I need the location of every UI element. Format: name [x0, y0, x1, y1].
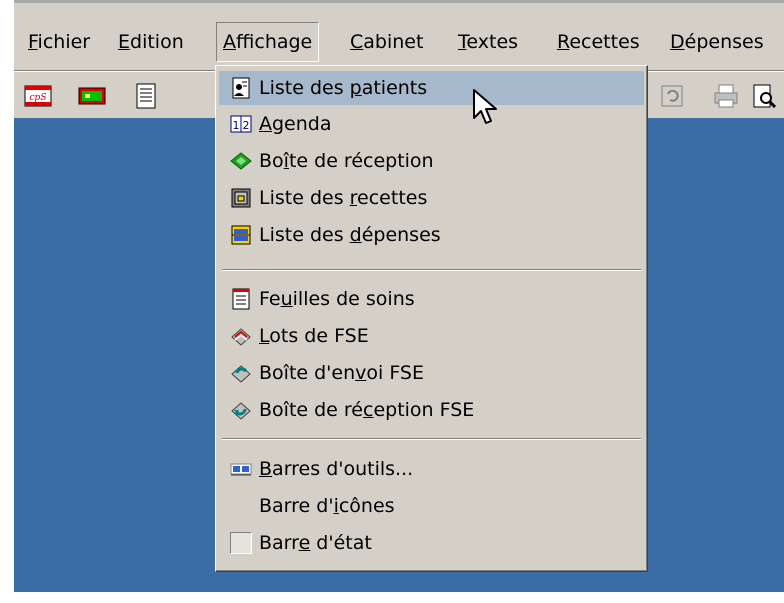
refresh-button[interactable] — [654, 78, 690, 114]
care-sheets-icon — [229, 287, 253, 311]
menu-item-label: Lots de FSE — [259, 325, 369, 347]
print-preview-icon — [753, 84, 777, 109]
cps-card-button[interactable]: cpS — [20, 78, 56, 114]
menu-item-label: Barre d'icônes — [259, 495, 395, 517]
print-icon — [714, 84, 738, 108]
menu-edition[interactable]: Edition — [112, 22, 190, 62]
menu-item-barre-etat[interactable]: Barre d'état — [219, 526, 644, 560]
menu-recettes[interactable]: Recettes — [551, 22, 646, 62]
refresh-icon — [661, 85, 683, 107]
toolbars-icon — [229, 457, 253, 481]
menu-item-label: Barres d'outils... — [259, 458, 414, 480]
window-top-border — [14, 0, 784, 3]
svg-text:cpS: cpS — [30, 93, 47, 103]
svg-text:1: 1 — [233, 119, 240, 132]
vitale-card-button[interactable] — [74, 78, 110, 114]
mouse-pointer-icon — [473, 89, 497, 124]
status-bar-check — [229, 531, 253, 555]
print-button[interactable] — [708, 78, 744, 114]
print-preview-button[interactable] — [746, 78, 782, 114]
menu-separator — [222, 438, 641, 440]
menu-item-liste-recettes[interactable]: Liste des recettes — [219, 181, 644, 215]
menu-item-label: Boîte de réception FSE — [259, 399, 475, 421]
svg-text:2: 2 — [243, 119, 250, 132]
menu-item-boite-reception[interactable]: Boîte de réception — [219, 144, 644, 178]
menu-item-agenda[interactable]: 12 Agenda — [219, 107, 644, 141]
menu-item-feuilles-soins[interactable]: Feuilles de soins — [219, 282, 644, 316]
expenses-icon — [229, 223, 253, 247]
menu-item-barre-icones[interactable]: Barre d'icônes — [219, 489, 644, 523]
menu-item-label: Barre d'état — [259, 532, 372, 554]
menu-item-lots-fse[interactable]: Lots de FSE — [219, 319, 644, 353]
menu-item-liste-patients[interactable]: Liste des patients — [219, 71, 644, 105]
inbox-icon — [229, 149, 253, 173]
menu-item-boite-envoi-fse[interactable]: Boîte d'envoi FSE — [219, 356, 644, 390]
menu-depenses[interactable]: Dépenses — [664, 22, 770, 62]
menu-item-label: Liste des patients — [259, 77, 428, 99]
menu-item-label: Liste des recettes — [259, 187, 428, 209]
menu-item-boite-reception-fse[interactable]: Boîte de réception FSE — [219, 393, 644, 427]
receipts-icon — [229, 186, 253, 210]
affichage-menu: Liste des patients 12 Agenda Boîte de ré… — [215, 65, 648, 572]
menu-textes[interactable]: Textes — [452, 22, 524, 62]
fse-outbox-icon — [229, 361, 253, 385]
agenda-icon: 12 — [229, 112, 253, 136]
menu-item-liste-depenses[interactable]: Liste des dépenses — [219, 218, 644, 252]
menu-fichier[interactable]: Fichier — [22, 22, 96, 62]
fse-batches-icon — [229, 324, 253, 348]
menu-item-label: Agenda — [259, 113, 332, 135]
empty-icon-slot — [229, 494, 253, 518]
menu-bar: Fichier Edition Affichage Cabinet Textes… — [14, 22, 784, 62]
fse-inbox-icon — [229, 398, 253, 422]
cps-card-icon: cpS — [24, 85, 52, 107]
patients-list-icon — [229, 76, 253, 100]
menu-cabinet[interactable]: Cabinet — [344, 22, 429, 62]
menu-item-label: Feuilles de soins — [259, 288, 415, 310]
document-icon — [136, 83, 156, 109]
green-card-icon — [78, 87, 106, 105]
menu-item-barres-outils[interactable]: Barres d'outils... — [219, 452, 644, 486]
menu-item-label: Boîte d'envoi FSE — [259, 362, 424, 384]
document-button[interactable] — [128, 78, 164, 114]
menu-item-label: Liste des dépenses — [259, 224, 441, 246]
menu-separator — [222, 269, 641, 271]
menu-item-label: Boîte de réception — [259, 150, 434, 172]
menu-affichage[interactable]: Affichage — [216, 22, 320, 62]
